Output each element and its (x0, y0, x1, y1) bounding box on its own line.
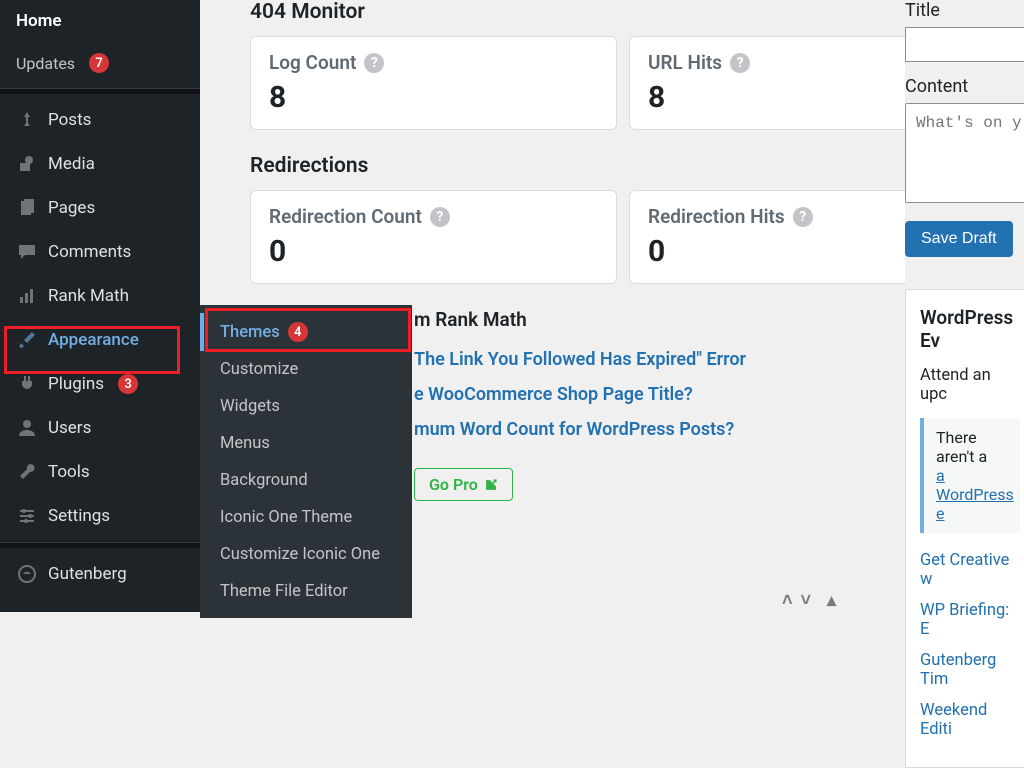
sliders-icon (16, 505, 38, 527)
help-icon[interactable]: ? (793, 207, 813, 227)
sidebar-item-label: Pages (48, 198, 95, 218)
sidebar-item-label: Gutenberg (48, 564, 127, 584)
stat-value: 8 (269, 80, 598, 115)
sidebar-item-comments[interactable]: Comments (0, 230, 200, 274)
brush-icon (16, 329, 38, 351)
chevron-up-icon[interactable]: ˄ (782, 590, 793, 611)
submenu-item-widgets[interactable]: Widgets (200, 388, 412, 425)
stat-redirection-count: Redirection Count? 0 (250, 190, 617, 284)
pages-icon (16, 197, 38, 219)
submenu-item-background[interactable]: Background (200, 462, 412, 499)
section-title: Redirections (250, 154, 368, 178)
pin-icon (16, 109, 38, 131)
submenu-item-customize[interactable]: Customize (200, 351, 412, 388)
submenu-item-customize-iconic[interactable]: Customize Iconic One (200, 536, 412, 573)
external-icon (484, 478, 498, 492)
events-notice-link[interactable]: a WordPress e (936, 466, 1014, 523)
submenu-item-iconic-theme[interactable]: Iconic One Theme (200, 499, 412, 536)
sidebar-separator (0, 88, 200, 94)
events-link[interactable]: Gutenberg Tim (920, 651, 1020, 689)
sidebar-item-label: Rank Math (48, 286, 129, 306)
wp-events-card: WordPress Ev Attend an upc There aren't … (905, 289, 1024, 768)
sidebar-item-posts[interactable]: Posts (0, 98, 200, 142)
admin-sidebar: Home Updates 7 Posts Media Pages Comment… (0, 0, 200, 612)
sidebar-separator (0, 542, 200, 548)
wrench-icon (16, 461, 38, 483)
sidebar-item-media[interactable]: Media (0, 142, 200, 186)
sidebar-item-users[interactable]: Users (0, 406, 200, 450)
help-icon[interactable]: ? (430, 207, 450, 227)
sidebar-item-label: Plugins (48, 374, 104, 394)
content-textarea[interactable] (905, 103, 1024, 203)
chart-icon (16, 285, 38, 307)
chevron-down-icon[interactable]: ˅ (801, 590, 812, 611)
save-draft-button[interactable]: Save Draft (905, 221, 1013, 257)
stat-log-count: Log Count? 8 (250, 36, 617, 130)
chevron-up-icon[interactable]: ▴ (827, 590, 836, 611)
appearance-submenu: Themes 4 Customize Widgets Menus Backgro… (200, 305, 412, 618)
right-column: Title Content Save Draft WordPress Ev At… (905, 0, 1024, 612)
sidebar-item-label: Users (48, 418, 91, 438)
title-input[interactable] (905, 27, 1024, 62)
user-icon (16, 417, 38, 439)
sidebar-item-label: Media (48, 154, 95, 174)
stat-label: Redirection Hits (648, 205, 785, 228)
title-label: Title (905, 0, 1024, 21)
help-icon[interactable]: ? (364, 53, 384, 73)
sidebar-item-home[interactable]: Home (0, 0, 200, 42)
comment-icon (16, 241, 38, 263)
events-link[interactable]: WP Briefing: E (920, 601, 1020, 639)
sidebar-item-updates[interactable]: Updates 7 (0, 42, 200, 84)
sidebar-item-plugins[interactable]: Plugins 3 (0, 362, 200, 406)
sidebar-item-label: Tools (48, 462, 90, 482)
plugins-badge: 3 (118, 374, 138, 394)
sidebar-item-rankmath[interactable]: Rank Math (0, 274, 200, 318)
events-title: WordPress Ev (920, 306, 1020, 352)
panel-controls: ˄ ˅ ▴ (782, 590, 836, 611)
themes-badge: 4 (288, 322, 308, 342)
events-attend: Attend an upc (920, 366, 1020, 404)
sidebar-item-appearance[interactable]: Appearance (0, 318, 200, 362)
section-redirections-header: Redirections ••• (250, 154, 996, 178)
sidebar-item-pages[interactable]: Pages (0, 186, 200, 230)
submenu-label: Themes (220, 323, 280, 342)
submenu-item-themes[interactable]: Themes 4 (200, 313, 412, 351)
go-pro-button[interactable]: Go Pro (414, 468, 513, 501)
sidebar-item-label: Appearance (48, 330, 139, 350)
events-link[interactable]: Weekend Editi (920, 701, 1020, 739)
sidebar-item-gutenberg[interactable]: Gutenberg (0, 552, 200, 596)
sidebar-item-label: Updates (16, 54, 75, 73)
help-icon[interactable]: ? (730, 53, 750, 73)
sidebar-item-settings[interactable]: Settings (0, 494, 200, 538)
sidebar-item-label: Comments (48, 242, 131, 262)
content-label: Content (905, 76, 1024, 97)
events-notice: There aren't a a WordPress e (920, 418, 1020, 533)
stat-label: Redirection Count (269, 205, 422, 228)
media-icon (16, 153, 38, 175)
gutenberg-icon (16, 563, 38, 585)
submenu-item-theme-editor[interactable]: Theme File Editor (200, 573, 412, 610)
stat-value: 0 (269, 234, 598, 269)
stat-label: URL Hits (648, 51, 722, 74)
plug-icon (16, 373, 38, 395)
events-link[interactable]: Get Creative w (920, 551, 1020, 589)
section-title: 404 Monitor (250, 0, 365, 24)
stat-label: Log Count (269, 51, 356, 74)
sidebar-item-tools[interactable]: Tools (0, 450, 200, 494)
button-label: Go Pro (429, 475, 478, 494)
sidebar-item-label: Settings (48, 506, 110, 526)
updates-badge: 7 (89, 53, 109, 73)
section-404-header: 404 Monitor ••• (250, 0, 996, 24)
sidebar-item-label: Posts (48, 110, 91, 130)
submenu-item-menus[interactable]: Menus (200, 425, 412, 462)
